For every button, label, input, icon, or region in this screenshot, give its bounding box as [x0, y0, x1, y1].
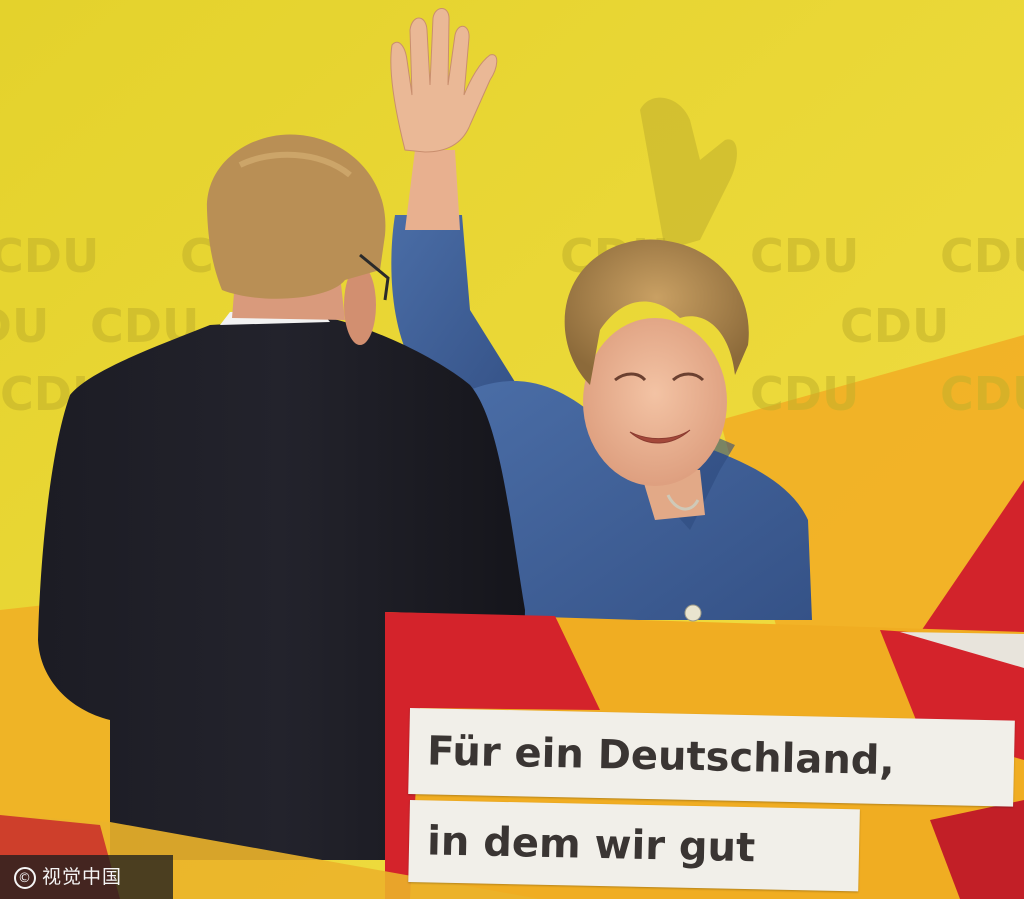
- cdu-logo-text: CDU: [840, 299, 949, 353]
- cdu-logo-text: CDU: [940, 229, 1024, 283]
- photo-scene: CDU CDU CDU CDU CDU CDU CDU CDU CDU CDU …: [0, 0, 1024, 899]
- cdu-logo-text: CDU: [940, 367, 1024, 421]
- watermark-text: 视觉中国: [42, 866, 123, 888]
- cdu-logo-text: CDU: [0, 299, 49, 353]
- sign-slogan-line-2: in dem wir gut: [408, 800, 860, 892]
- cdu-logo-text: CDU: [0, 229, 99, 283]
- jacket-button: [684, 604, 702, 622]
- copyright-icon: ©: [14, 866, 36, 889]
- woman-face: [583, 318, 727, 486]
- cdu-logo-text: CDU: [750, 229, 859, 283]
- watermark: © 视觉中国: [0, 855, 173, 899]
- cdu-logo-text: CDU: [750, 367, 859, 421]
- sign-slogan-line-1: Für ein Deutschland,: [408, 708, 1015, 807]
